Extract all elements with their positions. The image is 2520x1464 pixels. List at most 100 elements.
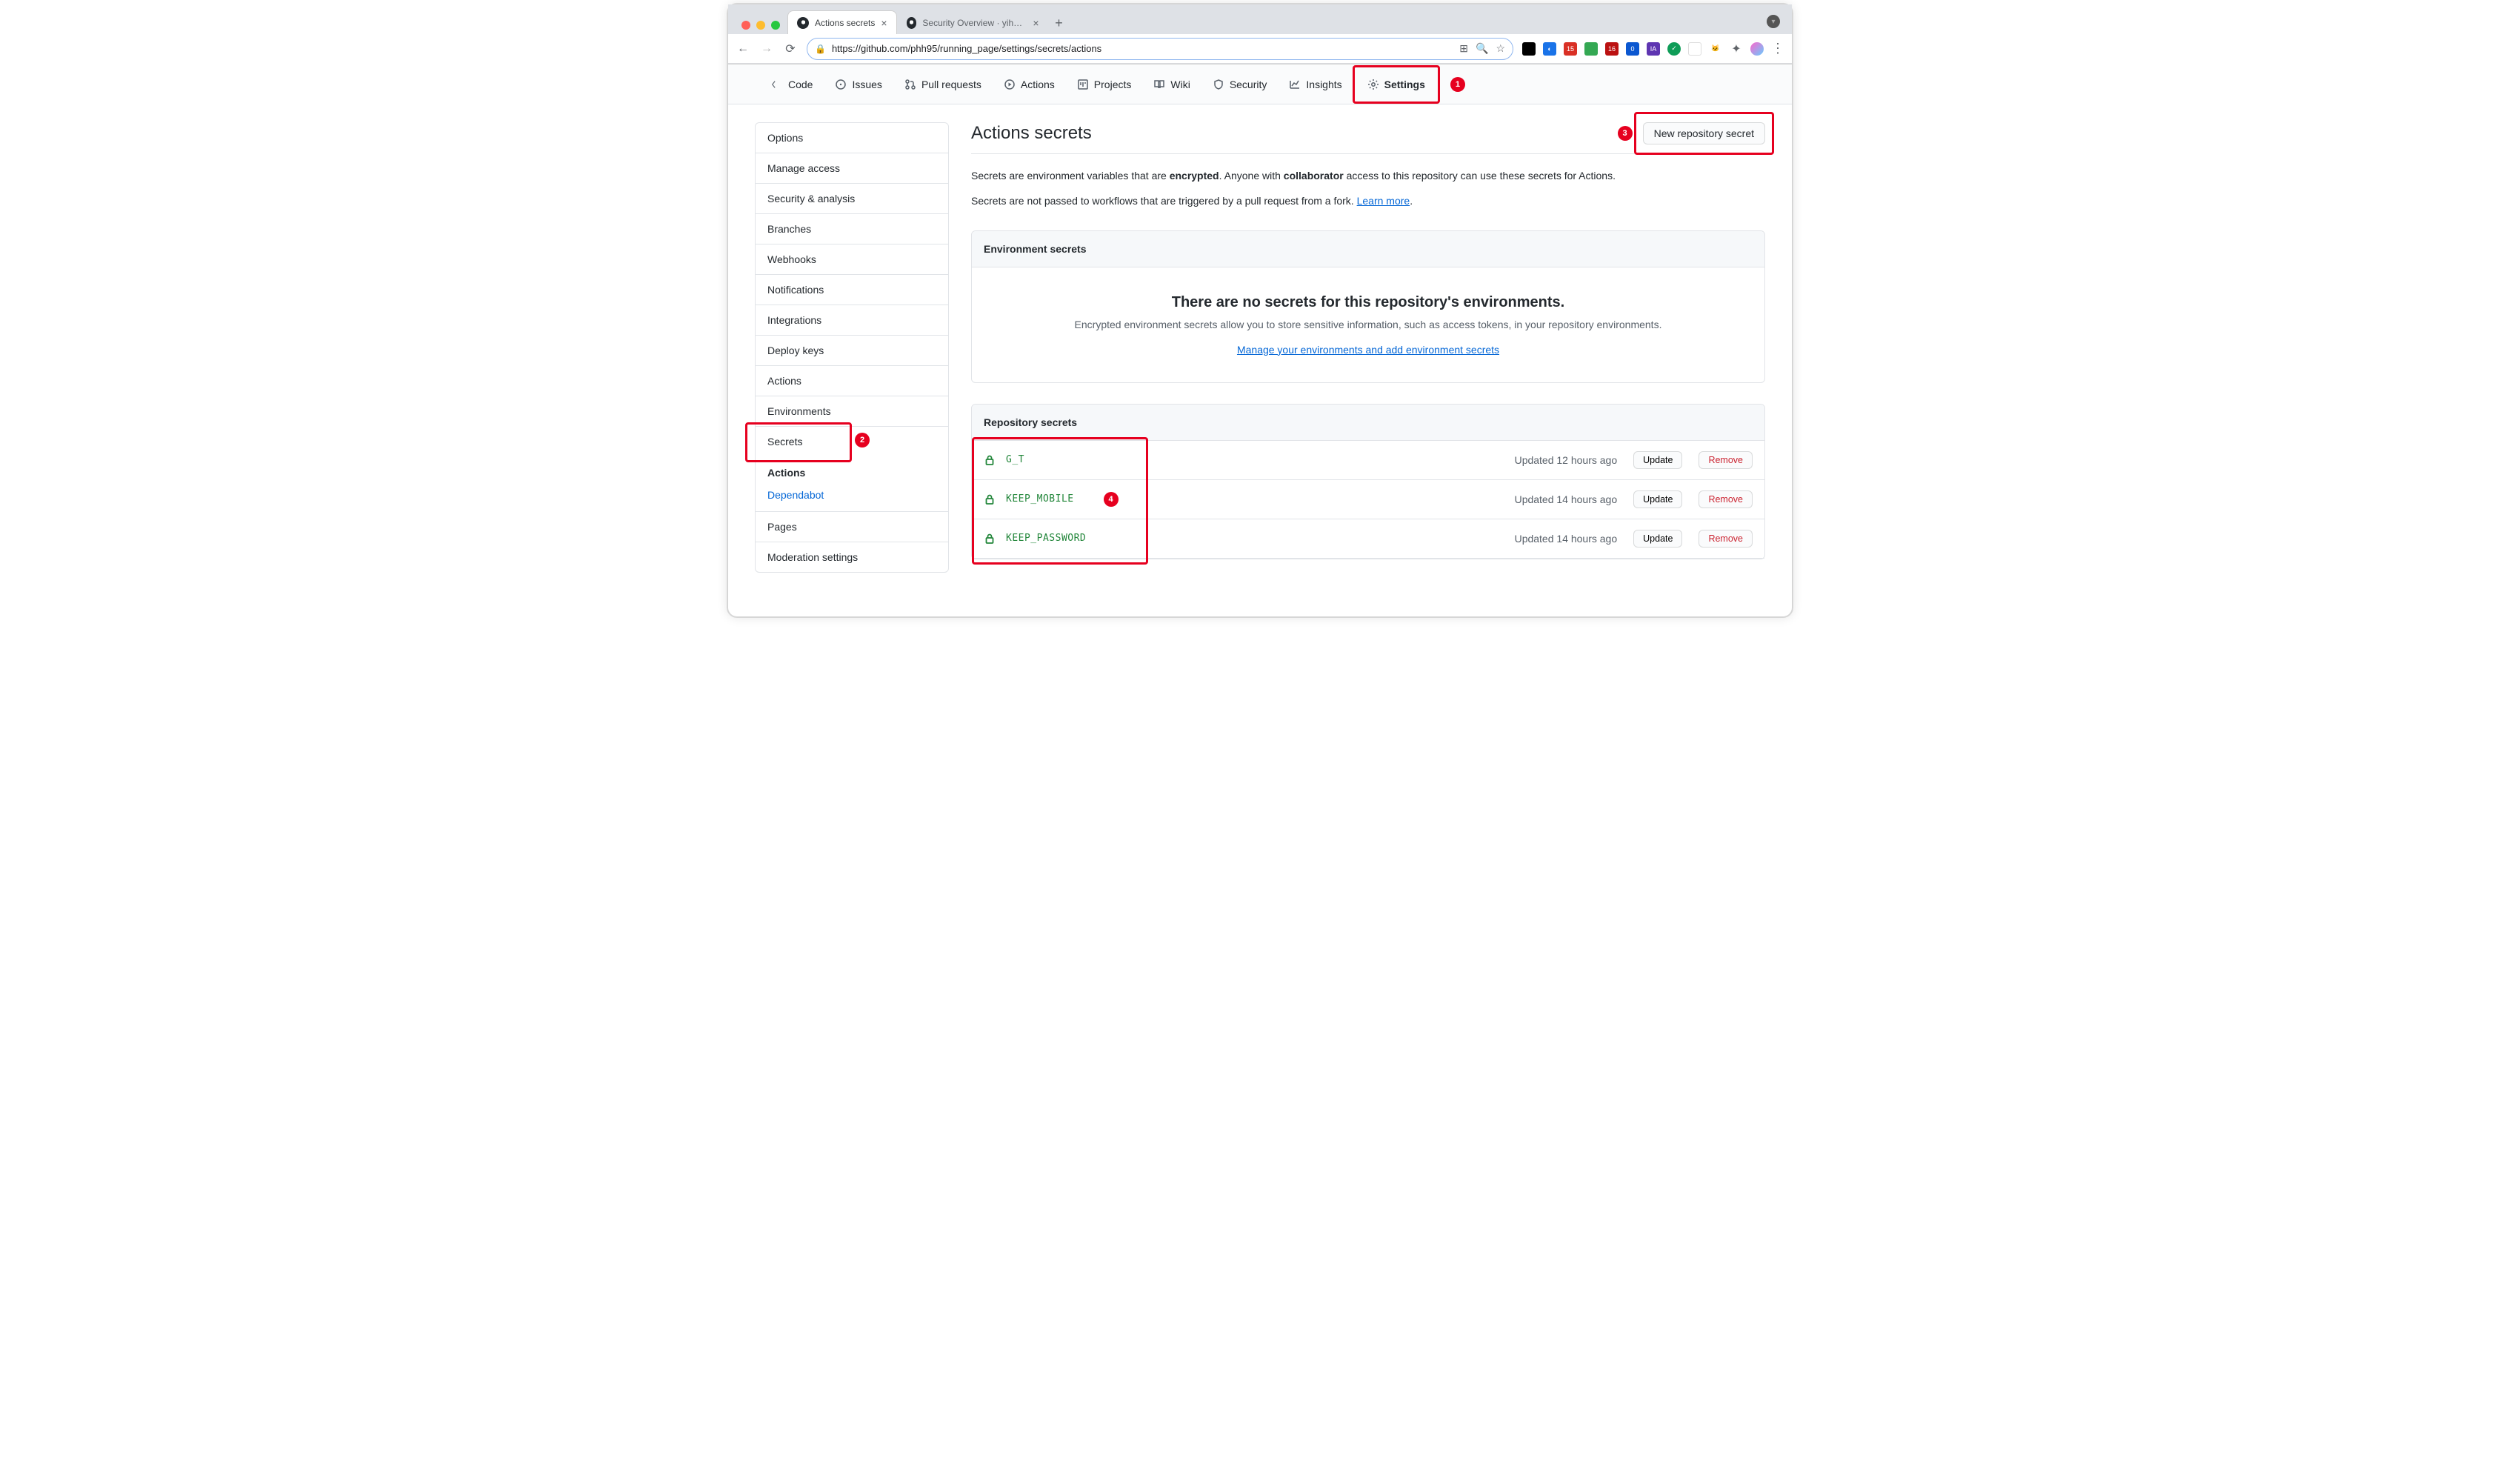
extension-icon[interactable] — [1584, 42, 1598, 56]
profile-icon[interactable]: ▾ — [1767, 15, 1780, 28]
lock-icon — [984, 493, 996, 505]
tab-projects[interactable]: Projects — [1068, 73, 1141, 96]
sidebar-item-security-analysis[interactable]: Security & analysis — [756, 184, 948, 214]
extension-icon[interactable]: 🐱 — [1709, 42, 1722, 56]
extension-icon[interactable]: 15 — [1564, 42, 1577, 56]
tab-pull-requests[interactable]: Pull requests — [896, 73, 990, 96]
page-title: Actions secrets — [971, 123, 1092, 144]
remove-button[interactable]: Remove — [1699, 530, 1753, 548]
secret-updated: Updated 14 hours ago — [1515, 533, 1618, 545]
update-button[interactable]: Update — [1633, 490, 1682, 508]
annotation-badge-4: 4 — [1104, 492, 1119, 507]
sidebar-item-deploy-keys[interactable]: Deploy keys — [756, 336, 948, 366]
minimize-window-icon[interactable] — [756, 21, 765, 30]
sidebar-item-moderation[interactable]: Moderation settings — [756, 542, 948, 572]
content-area: Actions secrets 3 New repository secret … — [971, 122, 1765, 573]
update-button[interactable]: Update — [1633, 451, 1682, 469]
extension-icon[interactable]: IA — [1647, 42, 1660, 56]
sidebar-item-manage-access[interactable]: Manage access — [756, 153, 948, 184]
window-controls[interactable] — [737, 21, 787, 34]
tab-issues[interactable]: Issues — [826, 73, 890, 96]
close-tab-icon[interactable]: × — [881, 17, 887, 29]
sidebar-item-options[interactable]: Options — [756, 123, 948, 153]
repo-navigation: Code Issues Pull requests Actions Projec… — [728, 64, 1792, 104]
browser-menu-icon[interactable]: ⋮ — [1771, 41, 1784, 56]
tab-wiki[interactable]: Wiki — [1144, 73, 1199, 96]
sidebar-item-integrations[interactable]: Integrations — [756, 305, 948, 336]
close-window-icon[interactable] — [741, 21, 750, 30]
address-bar[interactable]: 🔒 https://github.com/phh95/running_page/… — [807, 38, 1513, 60]
secret-row: KEEP_MOBILE 4 Updated 14 hours ago Updat… — [972, 480, 1764, 519]
extensions-menu-icon[interactable]: ✦ — [1730, 42, 1743, 56]
remove-button[interactable]: Remove — [1699, 490, 1753, 508]
new-secret-wrapper: New repository secret — [1643, 122, 1765, 144]
extension-icon[interactable]: ✓ — [1667, 42, 1681, 56]
tab-label: Actions — [1021, 79, 1055, 90]
sidebar-item-notifications[interactable]: Notifications — [756, 275, 948, 305]
sidebar-item-pages[interactable]: Pages — [756, 512, 948, 542]
extension-icon[interactable] — [1522, 42, 1536, 56]
lock-icon: 🔒 — [815, 44, 826, 54]
remove-button[interactable]: Remove — [1699, 451, 1753, 469]
annotation-badge-1: 1 — [1450, 77, 1465, 92]
gear-icon — [1367, 79, 1379, 90]
shield-icon — [1213, 79, 1224, 90]
page-body: Options Manage access Security & analysi… — [728, 104, 1792, 590]
sidebar-item-secrets[interactable]: Secrets 2 — [756, 427, 948, 456]
browser-tab-active[interactable]: Actions secrets × — [787, 10, 897, 34]
sidebar-item-environments[interactable]: Environments — [756, 396, 948, 427]
maximize-window-icon[interactable] — [771, 21, 780, 30]
sidebar-sub-actions[interactable]: Actions — [756, 456, 948, 486]
avatar-icon[interactable] — [1750, 42, 1764, 56]
extension-icon[interactable]: 16 — [1605, 42, 1619, 56]
new-tab-button[interactable]: + — [1049, 16, 1070, 34]
new-repository-secret-button[interactable]: New repository secret — [1643, 122, 1765, 144]
reload-button[interactable]: ⟳ — [783, 41, 798, 56]
update-button[interactable]: Update — [1633, 530, 1682, 548]
sidebar-sub-dependabot[interactable]: Dependabot — [756, 486, 948, 512]
forward-button: → — [759, 42, 774, 56]
tab-label: Issues — [852, 79, 881, 90]
empty-title: There are no secrets for this repository… — [994, 294, 1742, 311]
tab-insights[interactable]: Insights — [1280, 73, 1350, 96]
tab-label: Settings — [1384, 79, 1425, 90]
extension-icon[interactable]: ◐ — [1543, 42, 1556, 56]
heading-row: Actions secrets 3 New repository secret — [971, 122, 1765, 144]
description-line-2: Secrets are not passed to workflows that… — [971, 193, 1765, 209]
issue-icon — [835, 79, 847, 90]
graph-icon — [1289, 79, 1301, 90]
tab-code[interactable]: Code — [762, 73, 821, 96]
zoom-icon[interactable]: 🔍 — [1476, 42, 1488, 55]
secret-updated: Updated 14 hours ago — [1515, 493, 1618, 505]
url-text: https://github.com/phh95/running_page/se… — [832, 43, 1101, 54]
qr-icon[interactable]: ⊞ — [1459, 42, 1468, 55]
book-icon — [1153, 79, 1165, 90]
repository-secrets-panel: Repository secrets G_T Updated 12 hours … — [971, 404, 1765, 559]
tab-settings[interactable]: Settings — [1359, 73, 1434, 96]
sidebar-item-branches[interactable]: Branches — [756, 214, 948, 244]
tab-title: Actions secrets — [815, 18, 875, 28]
close-tab-icon[interactable]: × — [1033, 17, 1039, 29]
panel-body: There are no secrets for this repository… — [972, 267, 1764, 382]
sidebar-item-label: Secrets — [767, 436, 802, 447]
bookmark-icon[interactable]: ☆ — [1496, 42, 1505, 55]
code-icon — [771, 79, 783, 90]
tab-label: Security — [1230, 79, 1267, 90]
tab-actions[interactable]: Actions — [995, 73, 1064, 96]
browser-tab[interactable]: Security Overview · yihong061 × — [897, 10, 1049, 34]
extension-icons: ◐ 15 16 0 IA ✓ 🐱 ✦ ⋮ — [1522, 41, 1784, 56]
manage-environments-link[interactable]: Manage your environments and add environ… — [1237, 344, 1499, 356]
sidebar-item-webhooks[interactable]: Webhooks — [756, 244, 948, 275]
learn-more-link[interactable]: Learn more — [1357, 195, 1410, 207]
sidebar-item-actions[interactable]: Actions — [756, 366, 948, 396]
pull-request-icon — [904, 79, 916, 90]
panel-heading: Repository secrets — [972, 405, 1764, 441]
back-button[interactable]: ← — [736, 42, 750, 56]
tab-security[interactable]: Security — [1204, 73, 1276, 96]
lock-icon — [984, 454, 996, 466]
tab-label: Wiki — [1170, 79, 1190, 90]
extension-icon[interactable]: 0 — [1626, 42, 1639, 56]
annotation-badge-3: 3 — [1618, 126, 1633, 141]
tab-title: Security Overview · yihong061 — [922, 18, 1027, 28]
extension-icon[interactable] — [1688, 42, 1701, 56]
